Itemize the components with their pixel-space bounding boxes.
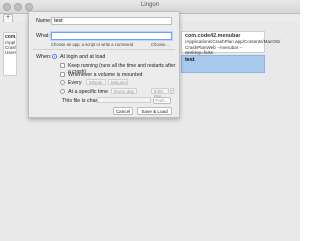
volume-mounted-checkbox[interactable] [60, 72, 65, 77]
job-card-title: test [185, 57, 195, 63]
at-login-radio[interactable] [52, 54, 57, 59]
choose-button[interactable]: Choose... [151, 42, 169, 47]
when-label: When: [36, 54, 52, 60]
save-and-load-button[interactable]: Save & Load [137, 107, 172, 115]
name-label: Name: [36, 18, 52, 24]
what-input[interactable] [54, 33, 171, 39]
name-input[interactable] [54, 18, 171, 24]
job-card-line: Users [5, 50, 17, 55]
every-label: Every [68, 80, 82, 86]
volume-mounted-label: Whenever a volume is mounted [68, 72, 143, 78]
what-hint: Choose an app, a script or write a comma… [51, 42, 134, 47]
name-field[interactable] [51, 17, 172, 25]
every-radio[interactable] [60, 80, 65, 85]
job-card-menubar[interactable]: com.code42.menubar /Applications/CrashPl… [181, 31, 280, 56]
divider [33, 49, 175, 50]
every-unit-select[interactable]: Minutes [108, 79, 128, 85]
job-card-test-selected[interactable]: test [181, 55, 265, 73]
window-title: Lingon [140, 2, 160, 8]
job-card-left[interactable]: com. /Appl Crash Users [3, 32, 17, 76]
at-login-label: At login and at load [60, 54, 106, 60]
specific-time-radio[interactable] [60, 89, 65, 94]
every-interval-field[interactable]: Minute [86, 79, 106, 85]
time-field[interactable]: 8:00 PM [151, 88, 169, 99]
job-card-line: CrashPlanWeb --menubar --desktop=false [185, 44, 243, 56]
specific-time-label: At a specific time [68, 89, 109, 95]
cancel-button[interactable]: Cancel [113, 107, 133, 115]
keep-running-checkbox[interactable] [60, 63, 65, 68]
path-button[interactable]: Path... [153, 97, 171, 104]
app-window: Lingon + com. /Appl Crash Users com.code… [0, 0, 300, 241]
what-field[interactable] [51, 32, 172, 40]
what-label: What: [36, 33, 50, 39]
time-frequency-select[interactable]: Every day [111, 88, 137, 94]
file-path-field[interactable] [97, 97, 151, 103]
time-stepper[interactable]: ▴ ▾ [170, 88, 174, 94]
edit-job-sheet: Name: What: Choose an app, a script or w… [28, 11, 180, 118]
